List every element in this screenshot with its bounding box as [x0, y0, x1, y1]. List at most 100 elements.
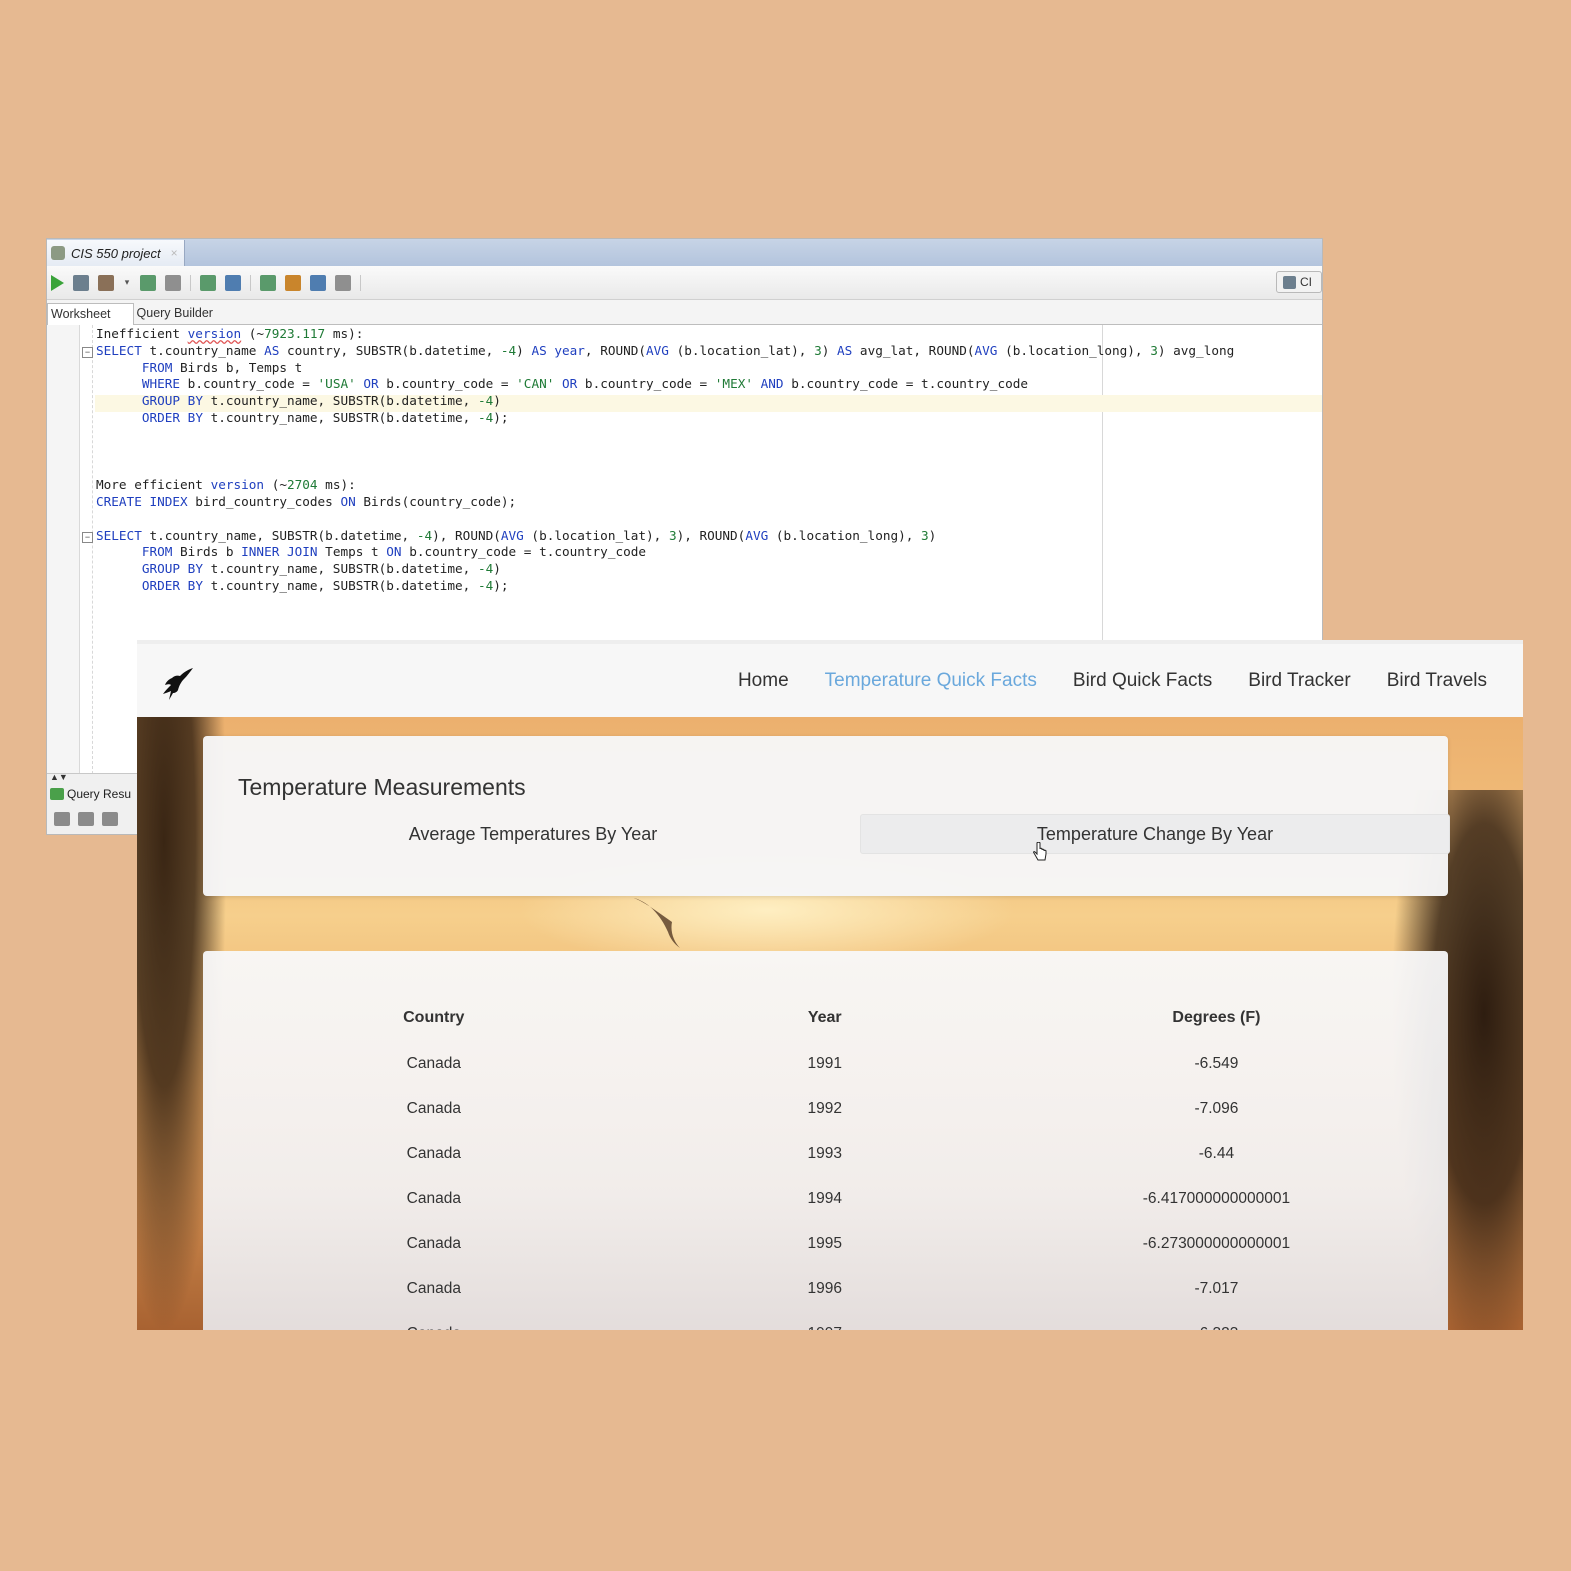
code-token: version — [210, 477, 265, 493]
clear-icon[interactable] — [285, 274, 301, 291]
cell-year: 1991 — [807, 1054, 842, 1072]
nav-bird-quick-facts[interactable]: Bird Quick Facts — [1073, 670, 1212, 692]
temperature-table: Country Year Degrees (F) Canada 1991 -6.54… — [203, 951, 1448, 1331]
unshared-worksheet-icon[interactable] — [310, 274, 326, 291]
table-row: Canada 1991 -6.549 — [203, 1041, 1448, 1086]
nav-bird-tracker[interactable]: Bird Tracker — [1248, 670, 1350, 692]
eagle-logo-icon[interactable] — [157, 664, 197, 704]
code-token: t.country_name, SUBSTR(b.datetime, — [202, 561, 478, 577]
worksheet-toolbar: ▾ CI — [47, 266, 1322, 300]
code-line[interactable]: ​ — [96, 460, 1234, 477]
code-line[interactable]: SELECT t.country_name AS country, SUBSTR… — [96, 343, 1234, 360]
nav-home[interactable]: Home — [738, 670, 789, 692]
code-line[interactable]: GROUP BY t.country_name, SUBSTR(b.dateti… — [96, 561, 1234, 578]
project-tab[interactable]: CIS 550 project × — [47, 240, 185, 266]
code-line[interactable]: SELECT t.country_name, SUBSTR(b.datetime… — [96, 528, 1234, 545]
code-token: b.country_code = t.country_code — [401, 544, 647, 560]
code-line[interactable]: FROM Birds b INNER JOIN Temps t ON b.cou… — [96, 544, 1234, 561]
code-token: ) avg_long — [1157, 342, 1235, 358]
connection-selector[interactable]: CI — [1276, 271, 1322, 293]
code-token: FROM — [141, 544, 173, 560]
code-line[interactable]: More efficient version (~2704 ms): — [96, 477, 1234, 494]
code-line[interactable]: CREATE INDEX bird_country_codes ON Birds… — [96, 494, 1234, 511]
nav-bird-travels[interactable]: Bird Travels — [1387, 670, 1487, 692]
print-icon[interactable] — [78, 812, 94, 826]
code-token: 'CAN' — [516, 376, 555, 392]
fold-toggle-icon[interactable]: − — [82, 532, 93, 543]
code-token: ) — [516, 342, 532, 358]
code-line[interactable]: Inefficient version (~7923.117 ms): — [96, 326, 1234, 343]
code-token: INNER JOIN — [241, 544, 318, 560]
close-tab-icon[interactable]: × — [171, 246, 178, 260]
run-statement-icon[interactable] — [51, 274, 64, 291]
query-result-icon — [50, 788, 64, 800]
code-token: AVG — [646, 342, 669, 358]
header-degrees[interactable]: Degrees (F) — [985, 951, 1448, 1041]
format-case-icon[interactable] — [335, 274, 351, 291]
code-token: Birds b, Temps t — [172, 359, 303, 375]
project-tab-title: CIS 550 project — [71, 245, 161, 261]
measurement-tabs: Average Temperatures By Year Temperature… — [238, 814, 1450, 854]
rollback-icon[interactable] — [225, 274, 241, 291]
code-token: (b.location_lat), — [523, 527, 669, 543]
cell-country: Canada — [406, 1099, 461, 1117]
commit-icon[interactable] — [140, 274, 156, 291]
fold-toggle-icon[interactable]: − — [82, 347, 93, 358]
cell-year: 1997 — [665, 1311, 985, 1331]
code-line[interactable]: FROM Birds b, Temps t — [96, 360, 1234, 377]
code-token: 7923.117 — [264, 326, 326, 341]
autotrace-icon[interactable] — [200, 274, 216, 291]
code-token: ); — [493, 577, 509, 593]
explain-plan-icon[interactable] — [165, 274, 181, 291]
refresh-icon[interactable] — [102, 812, 118, 826]
code-line[interactable]: ​ — [96, 444, 1234, 461]
chevron-down-icon[interactable]: ▾ — [123, 277, 131, 287]
cell-country: Canada — [203, 1311, 665, 1331]
code-token: t.country_name, SUBSTR(b.datetime, — [202, 409, 478, 425]
tab-query-builder[interactable]: Query Builder — [134, 306, 235, 324]
code-line[interactable]: ​ — [96, 427, 1234, 444]
code-token: version — [187, 326, 242, 341]
code-line[interactable]: ORDER BY t.country_name, SUBSTR(b.dateti… — [96, 578, 1234, 595]
run-script-icon[interactable] — [98, 274, 114, 291]
sql-code[interactable]: Inefficient version (~7923.117 ms): SELEC… — [96, 326, 1234, 595]
panel-resize-arrows[interactable]: ▲▼ — [50, 772, 68, 782]
code-line[interactable]: WHERE b.country_code = 'USA' OR b.countr… — [96, 376, 1234, 393]
header-year[interactable]: Year — [665, 951, 985, 1041]
tab-average-temperatures[interactable]: Average Temperatures By Year — [238, 814, 828, 854]
cell-year: 1996 — [807, 1279, 842, 1297]
code-token: b.country_code = — [577, 376, 715, 392]
sql-history-icon[interactable] — [260, 274, 276, 291]
code-line[interactable]: GROUP BY t.country_name, SUBSTR(b.dateti… — [96, 393, 1234, 410]
code-token: AS — [264, 342, 280, 358]
nav-temperature-quick-facts[interactable]: Temperature Quick Facts — [825, 670, 1037, 692]
query-result-tab[interactable]: Query Resu — [50, 787, 131, 801]
code-token: ) — [821, 342, 838, 358]
pin-icon[interactable] — [54, 812, 70, 826]
code-line[interactable]: ​ — [96, 511, 1234, 528]
code-token: Birds b — [172, 544, 242, 560]
site-navbar: Home Temperature Quick Facts Bird Quick … — [137, 640, 1523, 717]
code-line[interactable]: ORDER BY t.country_name, SUBSTR(b.dateti… — [96, 410, 1234, 427]
table-row: Canada 1995 -6.273000000000001 — [203, 1221, 1448, 1266]
connection-label: CI — [1300, 275, 1312, 289]
code-token: ON — [386, 544, 402, 560]
header-country[interactable]: Country — [203, 951, 665, 1041]
tab-temperature-change[interactable]: Temperature Change By Year — [860, 814, 1450, 854]
query-result-label: Query Resu — [67, 787, 132, 801]
code-token: More efficient — [96, 477, 211, 493]
cell-country: Canada — [406, 1189, 461, 1207]
temperature-table-card: Country Year Degrees (F) Canada 1991 -6.54… — [203, 951, 1448, 1330]
code-token: SELECT — [96, 342, 142, 358]
save-icon[interactable] — [73, 274, 89, 291]
code-token: ) — [493, 393, 501, 409]
code-token: ORDER BY — [141, 577, 203, 593]
cell-year: 1992 — [807, 1099, 842, 1117]
tab-worksheet[interactable]: Worksheet — [47, 303, 134, 325]
